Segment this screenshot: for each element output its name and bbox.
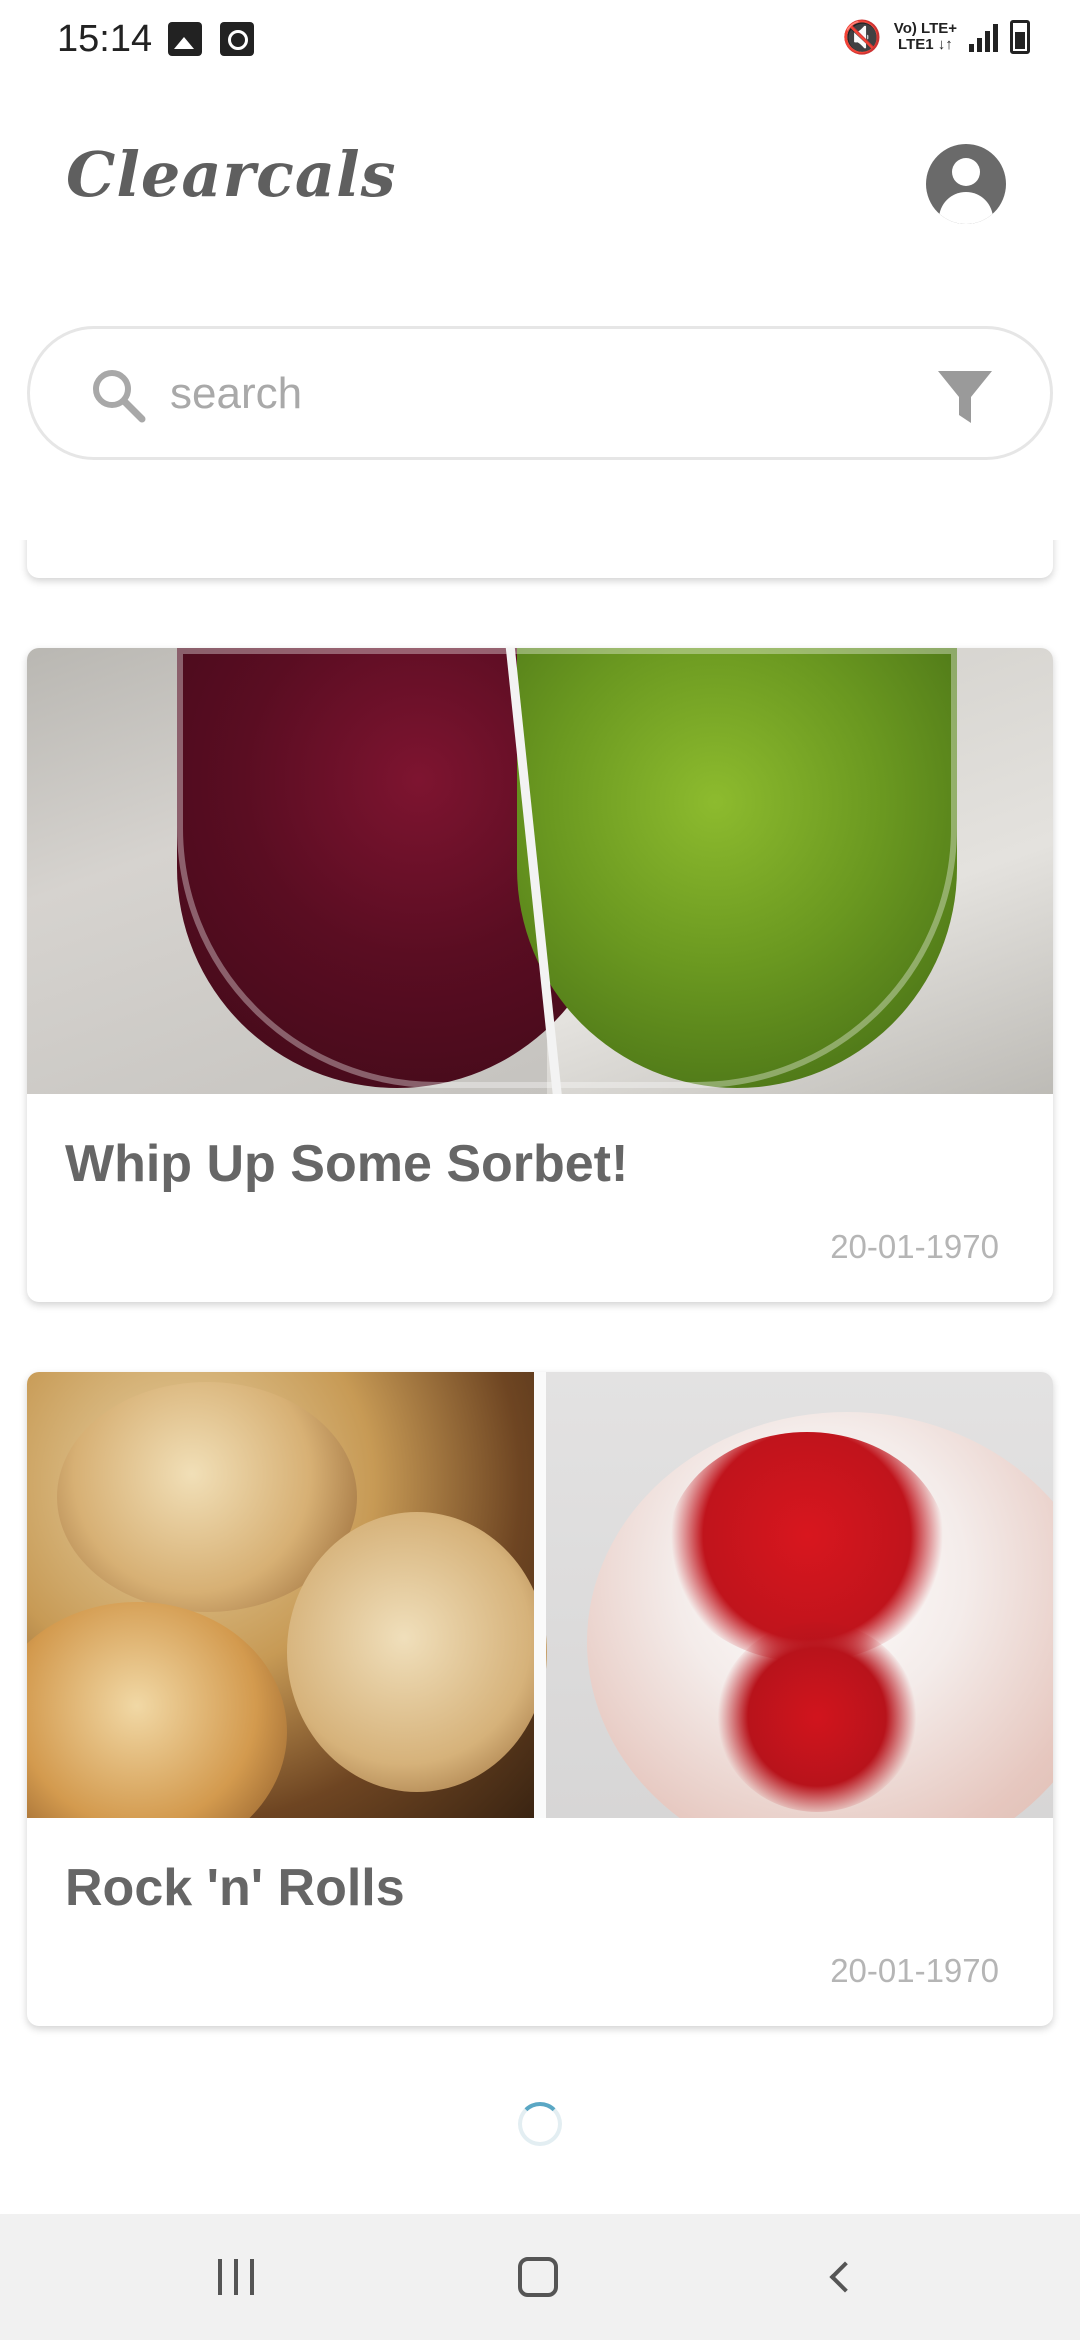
- profile-avatar-icon[interactable]: [926, 144, 1006, 224]
- recent-apps-button[interactable]: [196, 2244, 276, 2310]
- gallery-notification-icon: [168, 22, 202, 56]
- recipe-date: 20-01-1970: [830, 1228, 999, 1265]
- home-button[interactable]: [498, 2244, 578, 2310]
- recipe-title: Whip Up Some Sorbet!: [65, 1135, 629, 1193]
- back-icon: [829, 2261, 861, 2293]
- network-line-1: Vo) LTE+: [893, 20, 957, 37]
- recent-apps-icon: [218, 2259, 254, 2295]
- search-bar[interactable]: [27, 326, 1053, 460]
- network-indicator: Vo) LTE+ LTE1 ↓↑: [894, 21, 957, 53]
- system-navigation-bar: [0, 2214, 1080, 2340]
- status-bar: 15:14 🔇 Vo) LTE+ LTE1 ↓↑: [0, 0, 1080, 80]
- search-input[interactable]: [170, 359, 910, 429]
- battery-icon: [1010, 20, 1030, 54]
- home-icon: [518, 2257, 558, 2297]
- recipe-date: 20-01-1970: [830, 1952, 999, 1989]
- recipe-feed[interactable]: Whip Up Some Sorbet! 20-01-1970 Rock 'n'…: [0, 540, 1080, 2210]
- status-time: 15:14: [57, 18, 153, 60]
- app-title: Clearcals: [66, 138, 397, 211]
- filter-icon[interactable]: [936, 367, 994, 425]
- mute-icon: 🔇: [841, 19, 882, 55]
- back-button[interactable]: [800, 2244, 880, 2310]
- status-notification-icons: [168, 22, 254, 56]
- loading-spinner-icon: [518, 2102, 562, 2146]
- recipe-title: Rock 'n' Rolls: [65, 1859, 405, 1917]
- recipe-card-partial[interactable]: [27, 540, 1053, 578]
- search-icon: [93, 370, 146, 423]
- network-line-2: LTE1 ↓↑: [898, 36, 953, 53]
- status-system-icons: 🔇 Vo) LTE+ LTE1 ↓↑: [842, 20, 1030, 54]
- recipe-image: [27, 648, 1053, 1094]
- alarm-notification-icon: [220, 22, 254, 56]
- recipe-image: [27, 1372, 1053, 1818]
- recipe-card[interactable]: Whip Up Some Sorbet! 20-01-1970: [27, 648, 1053, 1302]
- recipe-card[interactable]: Rock 'n' Rolls 20-01-1970: [27, 1372, 1053, 2026]
- signal-icon: [969, 22, 998, 52]
